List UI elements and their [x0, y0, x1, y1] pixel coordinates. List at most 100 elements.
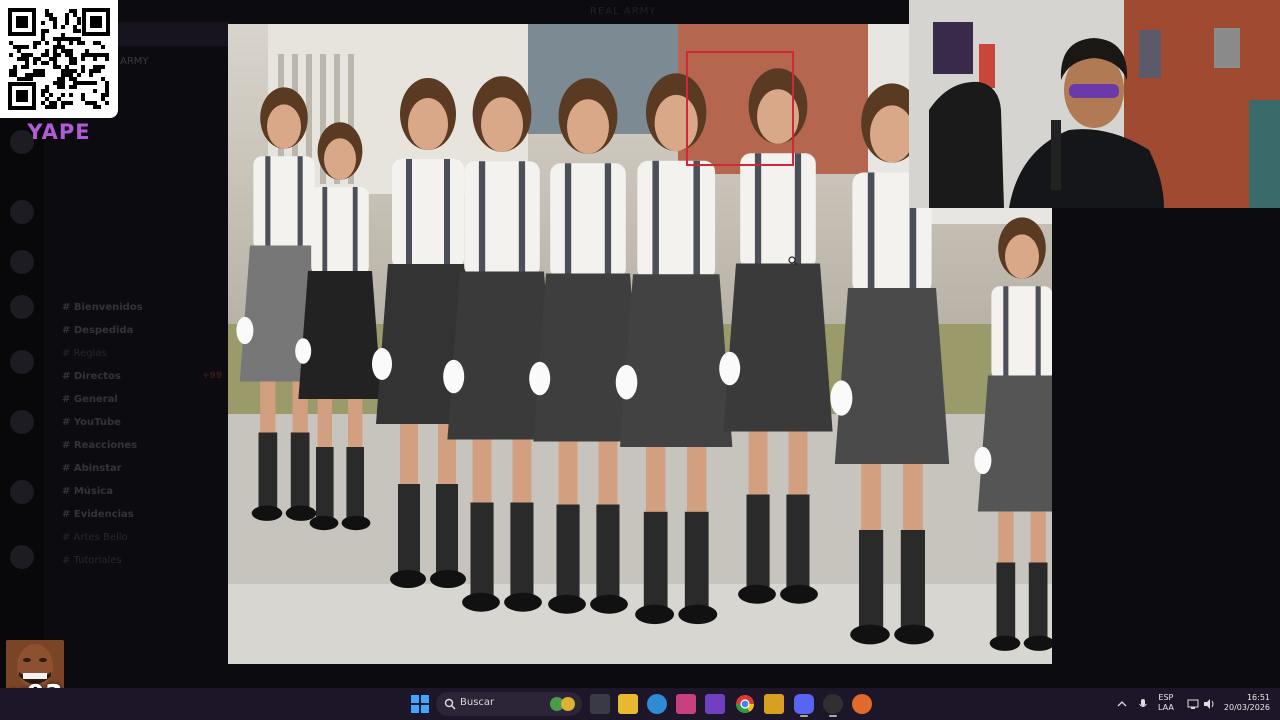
chevron-up-icon[interactable]	[1116, 698, 1128, 710]
photo-figure-part	[558, 441, 578, 505]
server-name[interactable]: ARMY	[120, 56, 149, 67]
photo-figure-part	[830, 380, 853, 416]
photo-figure-part	[316, 447, 334, 519]
photo-figure-part	[251, 505, 283, 521]
channel-item[interactable]: # Abinstar	[52, 457, 228, 480]
channel-item[interactable]: # Reglas	[52, 342, 228, 365]
photo-figure-part	[556, 504, 580, 599]
channel-item[interactable]: # YouTube	[52, 411, 228, 434]
channel-item[interactable]: # Despedida	[52, 319, 228, 342]
search-label: Buscar	[460, 697, 495, 708]
photo-figure-part	[780, 584, 818, 604]
photo-figure-part	[903, 464, 923, 530]
edge-icon[interactable]	[647, 694, 667, 714]
channel-item[interactable]: # Reacciones	[52, 434, 228, 457]
server-icon[interactable]	[10, 295, 34, 319]
photo-figure-part	[392, 159, 464, 269]
windows-start-icon[interactable]	[410, 694, 430, 714]
photo-figure-part	[478, 161, 486, 277]
discord-icon[interactable]	[794, 694, 814, 714]
language-code: ESP	[1158, 693, 1174, 702]
photo-figure-part	[518, 161, 526, 277]
photo-figure-part	[859, 530, 884, 629]
photo-figure-part	[372, 348, 392, 380]
photo-figure-part	[352, 187, 358, 275]
photo-figure-part	[324, 138, 356, 180]
channel-item[interactable]: # Artes Bello	[52, 526, 228, 549]
photo-figure-part	[311, 187, 369, 275]
app-icon[interactable]	[705, 694, 725, 714]
photo-figure-part	[974, 446, 992, 475]
photo-figure-part	[719, 351, 741, 386]
photo-figure-part	[464, 161, 540, 277]
photo-figure-part	[348, 399, 363, 447]
channel-list: # Bienvenidos # Despedida # Reglas # Direct…	[52, 176, 228, 572]
server-icon[interactable]	[10, 200, 34, 224]
photo-figure-part	[604, 163, 612, 279]
photo-figure-part	[436, 484, 458, 574]
photo-figure-part	[564, 163, 572, 279]
photo-figure-part	[738, 584, 776, 604]
firefox-icon[interactable]	[852, 694, 872, 714]
photo-figure-part	[754, 153, 762, 269]
photo-figure-part	[253, 156, 315, 250]
photo-figure-part	[977, 375, 1052, 512]
highlight-box	[686, 51, 794, 166]
photo-figure-part	[861, 464, 881, 530]
server-icon[interactable]	[10, 410, 34, 434]
server-icon[interactable]	[10, 350, 34, 374]
server-icon[interactable]	[10, 250, 34, 274]
photo-figure-part	[894, 624, 934, 645]
qr-code-image	[8, 8, 110, 110]
photo-figure-part	[786, 494, 810, 589]
photo-figure-part	[834, 288, 950, 464]
network-icon[interactable]	[1187, 698, 1199, 710]
app-icon[interactable]	[764, 694, 784, 714]
taskbar-search[interactable]: Buscar	[436, 692, 582, 716]
photo-figure-part	[643, 511, 668, 609]
channel-label: # Reglas	[62, 348, 107, 359]
photo-figure-part	[1003, 286, 1009, 380]
photo-figure-part	[989, 635, 1021, 651]
photo-figure-part	[290, 432, 310, 509]
channel-item[interactable]: # General	[52, 388, 228, 411]
language-indicator[interactable]: ESP LAA	[1158, 693, 1174, 713]
photo-figure-part	[748, 431, 768, 495]
photo-figure-part	[590, 594, 628, 614]
task-view-icon[interactable]	[590, 694, 610, 714]
photo-figure-part	[1035, 286, 1041, 380]
photo-figure-part	[998, 511, 1014, 563]
photo-figure-part	[444, 159, 450, 269]
photo-figure-part	[723, 263, 833, 432]
channel-label: # Tutoriales	[62, 555, 122, 566]
channel-label: # Directos	[62, 371, 121, 382]
channel-badge: +99	[201, 371, 222, 381]
photo-figure-part	[598, 441, 618, 505]
channel-item[interactable]: # Tutoriales	[52, 549, 228, 572]
photo-figure-part	[443, 359, 465, 394]
explorer-icon[interactable]	[618, 694, 638, 714]
windows-taskbar: Buscar ESP LAA 16:51 20/03/2026	[0, 688, 1280, 720]
photo-figure-part	[684, 511, 709, 609]
channel-label: # Abinstar	[62, 463, 122, 474]
volume-icon[interactable]	[1203, 698, 1215, 710]
photo-figure-part	[400, 424, 418, 484]
clock-date: 20/03/2026	[1223, 703, 1270, 712]
channel-item[interactable]: # Bienvenidos	[52, 296, 228, 319]
channel-label: # Música	[62, 486, 113, 497]
photo-figure-part	[298, 271, 382, 399]
obs-icon[interactable]	[823, 694, 843, 714]
server-icon[interactable]	[10, 545, 34, 569]
channel-item[interactable]: # Música	[52, 480, 228, 503]
server-icon[interactable]	[10, 480, 34, 504]
chrome-icon[interactable]	[735, 694, 755, 714]
app-icon[interactable]	[676, 694, 696, 714]
photo-figure-part	[596, 504, 620, 599]
channel-item[interactable]: # Evidencias	[52, 503, 228, 526]
clock[interactable]: 16:51 20/03/2026	[1222, 693, 1270, 713]
photo-figure-part	[390, 570, 426, 588]
photo-figure-part	[1030, 511, 1046, 563]
mic-icon[interactable]	[1137, 698, 1149, 710]
channel-label: # Artes Bello	[62, 532, 128, 543]
channel-item[interactable]: # Directos +99	[52, 365, 228, 388]
